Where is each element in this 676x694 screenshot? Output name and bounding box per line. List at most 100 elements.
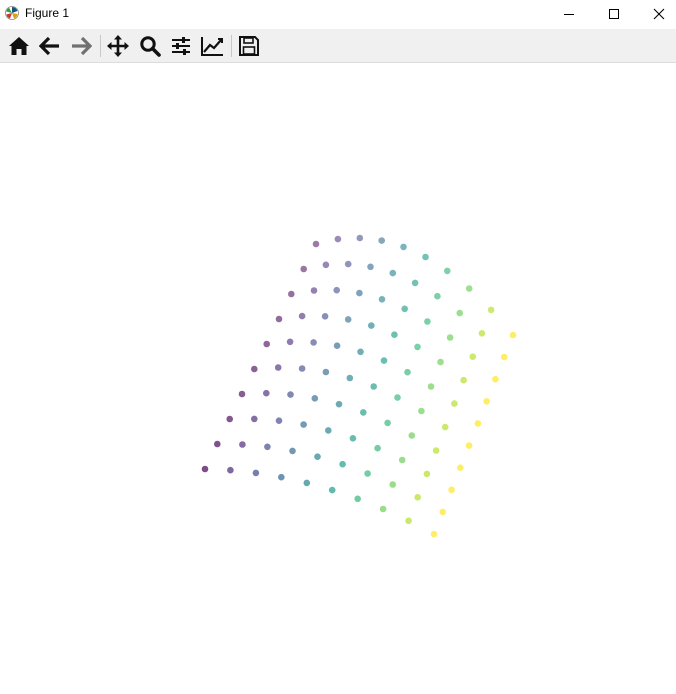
scatter-point [398, 456, 406, 464]
scatter-point [300, 421, 307, 428]
scatter-point [439, 508, 447, 516]
zoom-button[interactable] [137, 33, 163, 59]
scatter-point [335, 400, 343, 408]
scatter-point [356, 289, 363, 297]
scatter-point [322, 261, 330, 269]
maximize-icon [609, 9, 619, 19]
scatter-point [314, 453, 321, 461]
scatter-point [364, 470, 371, 477]
scatter-point [214, 440, 221, 448]
scatter-point [288, 290, 295, 298]
scatter-point [483, 398, 491, 405]
scatter-point [328, 486, 336, 494]
arrow-right-icon [72, 36, 92, 56]
home-icon [9, 37, 29, 55]
scatter-point [432, 447, 440, 454]
scatter-point [274, 364, 282, 371]
scatter-point [263, 389, 270, 397]
scatter-point [474, 420, 482, 427]
scatter-point [509, 331, 517, 339]
scatter-point [423, 470, 431, 478]
scatter-point [349, 435, 357, 442]
scatter-point [378, 237, 386, 244]
scatter-point [300, 265, 308, 273]
scatter-point [384, 419, 391, 427]
pan-button[interactable] [105, 33, 131, 59]
scatter-point [287, 391, 294, 398]
close-icon [653, 8, 665, 20]
scatter-point [427, 383, 435, 390]
close-button[interactable] [636, 0, 676, 28]
scatter-point [465, 285, 473, 292]
scatter-point [424, 318, 431, 325]
window-title: Figure 1 [25, 6, 70, 20]
minimize-button[interactable] [546, 0, 592, 28]
title-bar: Figure 1 [0, 0, 676, 28]
home-button[interactable] [6, 33, 32, 59]
configure-subplots-button[interactable] [168, 33, 194, 59]
scatter-point [370, 383, 378, 390]
scatter-point [401, 305, 409, 313]
scatter-point [441, 423, 449, 431]
scatter-3d-plot[interactable] [0, 63, 676, 689]
scatter-point [414, 494, 422, 501]
scatter-point [478, 330, 486, 337]
scatter-point [227, 466, 234, 474]
scatter-point [263, 340, 271, 348]
scatter-point [380, 357, 388, 364]
floppy-disk-icon [239, 36, 259, 56]
scatter-point [344, 260, 352, 268]
scatter-point [368, 322, 375, 329]
scatter-point [360, 409, 367, 416]
maximize-button[interactable] [591, 0, 637, 28]
scatter-point [414, 343, 421, 351]
scatter-point [422, 253, 429, 261]
scatter-point [286, 338, 294, 346]
scatter-point [333, 342, 341, 350]
toolbar-separator [231, 35, 232, 57]
scatter-point [298, 312, 306, 320]
scatter-point [378, 296, 386, 303]
scatter-point [346, 374, 354, 382]
toolbar-separator [100, 35, 101, 57]
scatter-point [303, 479, 311, 487]
scatter-point [354, 495, 362, 503]
scatter-point [456, 309, 464, 317]
scatter-point [408, 432, 416, 439]
scatter-point [344, 316, 352, 323]
scatter-point [394, 394, 401, 401]
figure-canvas[interactable] [0, 63, 676, 689]
scatter-point [446, 334, 454, 341]
back-button[interactable] [37, 33, 63, 59]
scatter-point [391, 331, 398, 339]
scatter-point [339, 460, 346, 468]
scatter-point [333, 286, 341, 294]
scatter-point [312, 240, 320, 248]
scatter-point [310, 287, 318, 294]
scatter-point [487, 306, 495, 314]
edit-axes-button[interactable] [199, 33, 225, 59]
scatter-point [278, 473, 285, 481]
scatter-point [404, 368, 411, 376]
scatter-point [430, 530, 438, 538]
scatter-point [356, 234, 364, 242]
arrow-left-icon [39, 36, 59, 56]
magnifier-icon [140, 36, 161, 57]
scatter-point [465, 442, 473, 449]
scatter-point [310, 339, 317, 346]
scatter-point [389, 269, 397, 277]
forward-button[interactable] [68, 33, 94, 59]
scatter-point [238, 390, 246, 398]
save-button[interactable] [236, 33, 262, 59]
scatter-point [275, 315, 283, 323]
sliders-icon [172, 37, 190, 55]
scatter-point [389, 481, 397, 488]
scatter-point [251, 415, 258, 423]
scatter-point [418, 407, 425, 415]
scatter-point [325, 427, 332, 434]
scatter-point [275, 417, 283, 425]
scatter-point [367, 263, 374, 271]
scatter-point [201, 465, 209, 473]
scatter-point [251, 365, 258, 373]
scatter-point [264, 443, 271, 451]
